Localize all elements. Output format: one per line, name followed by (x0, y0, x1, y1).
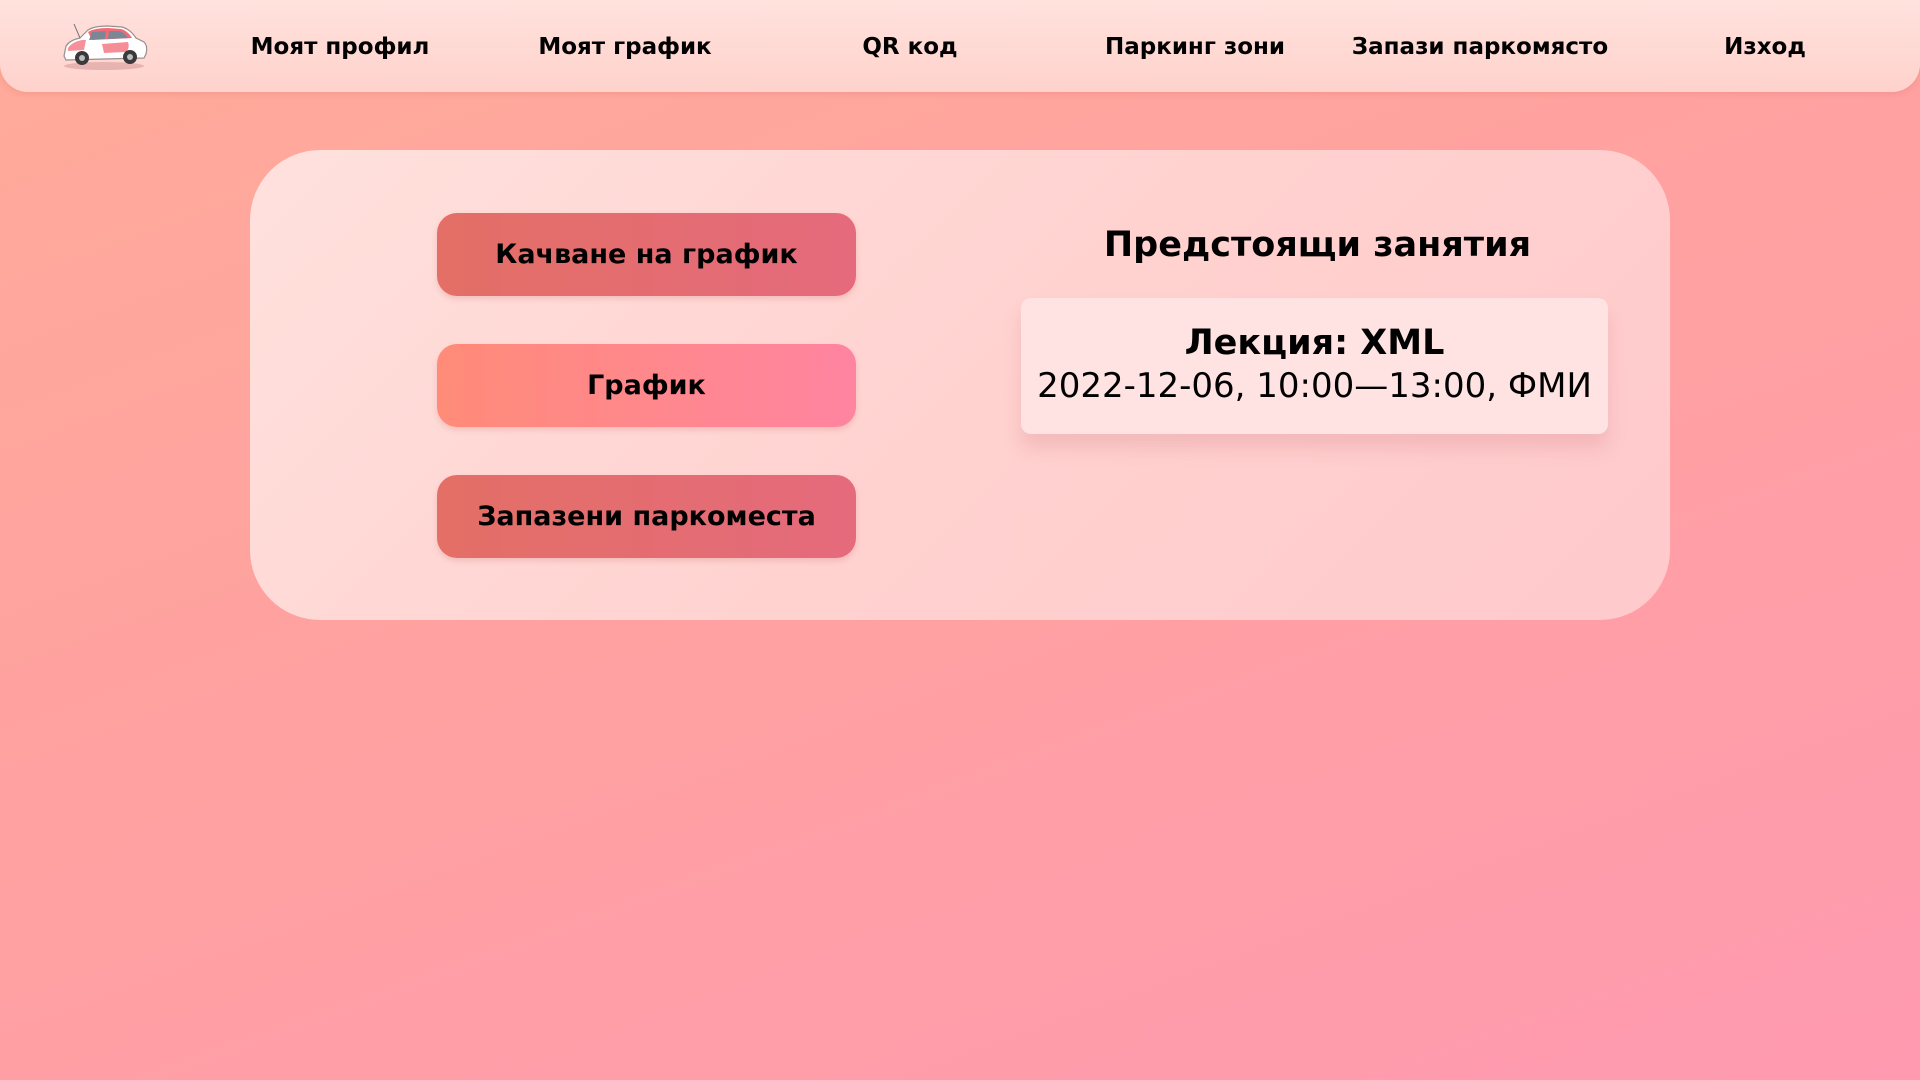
nav-my-schedule[interactable]: Моят график (515, 27, 735, 67)
event-card[interactable]: Лекция: XML 2022-12-06, 10:00—13:00, ФМИ (1021, 298, 1608, 434)
dashboard-card: Качване на график График Запазени парком… (250, 150, 1670, 620)
nav-parking-zones[interactable]: Паркинг зони (1085, 27, 1305, 67)
car-logo-icon[interactable] (58, 20, 150, 72)
top-nav-bar: Моят профил Моят график QR код Паркинг з… (0, 0, 1920, 92)
upcoming-classes-title: Предстоящи занятия (1103, 225, 1532, 265)
saved-parking-button[interactable]: Запазени паркоместа (437, 475, 856, 558)
nav-my-profile[interactable]: Моят профил (230, 27, 450, 67)
nav-qr-code[interactable]: QR код (800, 27, 1020, 67)
nav-logout[interactable]: Изход (1655, 27, 1875, 67)
schedule-button[interactable]: График (437, 344, 856, 427)
event-title: Лекция: XML (1184, 323, 1445, 363)
upload-schedule-button[interactable]: Качване на график (437, 213, 856, 296)
event-details: 2022-12-06, 10:00—13:00, ФМИ (1037, 366, 1592, 406)
nav-reserve-parking[interactable]: Запази паркомясто (1350, 27, 1610, 67)
